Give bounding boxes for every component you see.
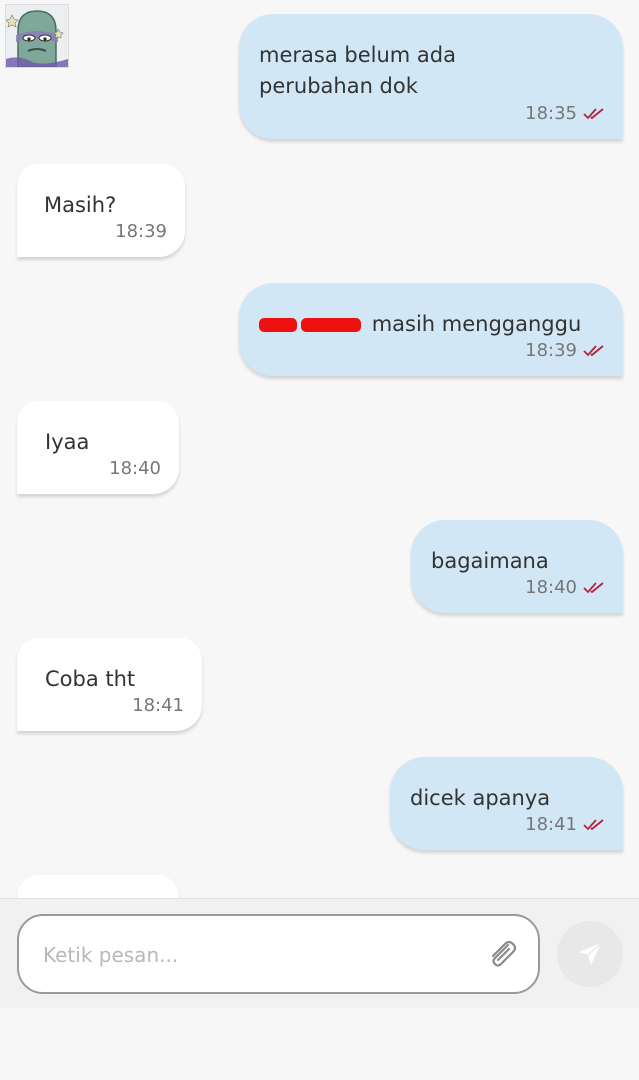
message-time: 18:40 xyxy=(109,458,161,479)
message-meta: 18:40 xyxy=(525,572,605,603)
message-input[interactable] xyxy=(41,916,465,994)
message-meta: 18:41 xyxy=(525,809,605,840)
message-time: 18:41 xyxy=(132,695,184,716)
message-text: masih mengganggu xyxy=(371,312,582,336)
chat-messages: merasa belum ada perubahan dok 18:35 Mas… xyxy=(0,0,639,898)
paperclip-icon[interactable] xyxy=(484,936,520,972)
message-composer xyxy=(0,898,639,1008)
bottom-area xyxy=(0,1008,639,1080)
message-meta: 18:39 xyxy=(525,335,605,366)
message-time: 18:41 xyxy=(525,814,577,835)
double-check-icon xyxy=(583,581,604,593)
message-time: 18:39 xyxy=(115,221,167,242)
message-bubble-outgoing[interactable]: merasa belum ada perubahan dok 18:35 xyxy=(239,14,623,139)
double-check-icon xyxy=(583,107,604,119)
message-bubble-incoming[interactable]: Coba tht 18:41 xyxy=(17,638,202,731)
message-text: merasa belum ada perubahan dok xyxy=(259,43,456,98)
double-check-icon xyxy=(583,818,604,830)
message-time: 18:39 xyxy=(525,340,577,361)
redaction-mark xyxy=(259,318,297,332)
message-bubble-outgoing[interactable]: masih mengganggu 18:39 xyxy=(239,283,623,376)
contact-avatar[interactable] xyxy=(5,4,69,68)
message-time: 18:35 xyxy=(525,103,577,124)
double-check-icon xyxy=(583,344,604,356)
redaction-mark xyxy=(301,318,361,332)
message-bubble-incoming[interactable]: Masih? 18:39 xyxy=(17,164,185,257)
message-bubble-outgoing[interactable]: dicek apanya 18:41 xyxy=(390,757,623,850)
send-button[interactable] xyxy=(557,921,623,987)
message-bubble-outgoing[interactable]: bagaimana 18:40 xyxy=(411,520,623,613)
message-bubble-incoming[interactable]: Iyaa 18:40 xyxy=(17,401,179,494)
message-time: 18:40 xyxy=(525,577,577,598)
message-input-container[interactable] xyxy=(17,914,540,994)
message-bubble-incoming-partial[interactable] xyxy=(17,875,179,898)
message-meta: 18:35 xyxy=(525,98,605,129)
send-icon xyxy=(579,942,602,965)
